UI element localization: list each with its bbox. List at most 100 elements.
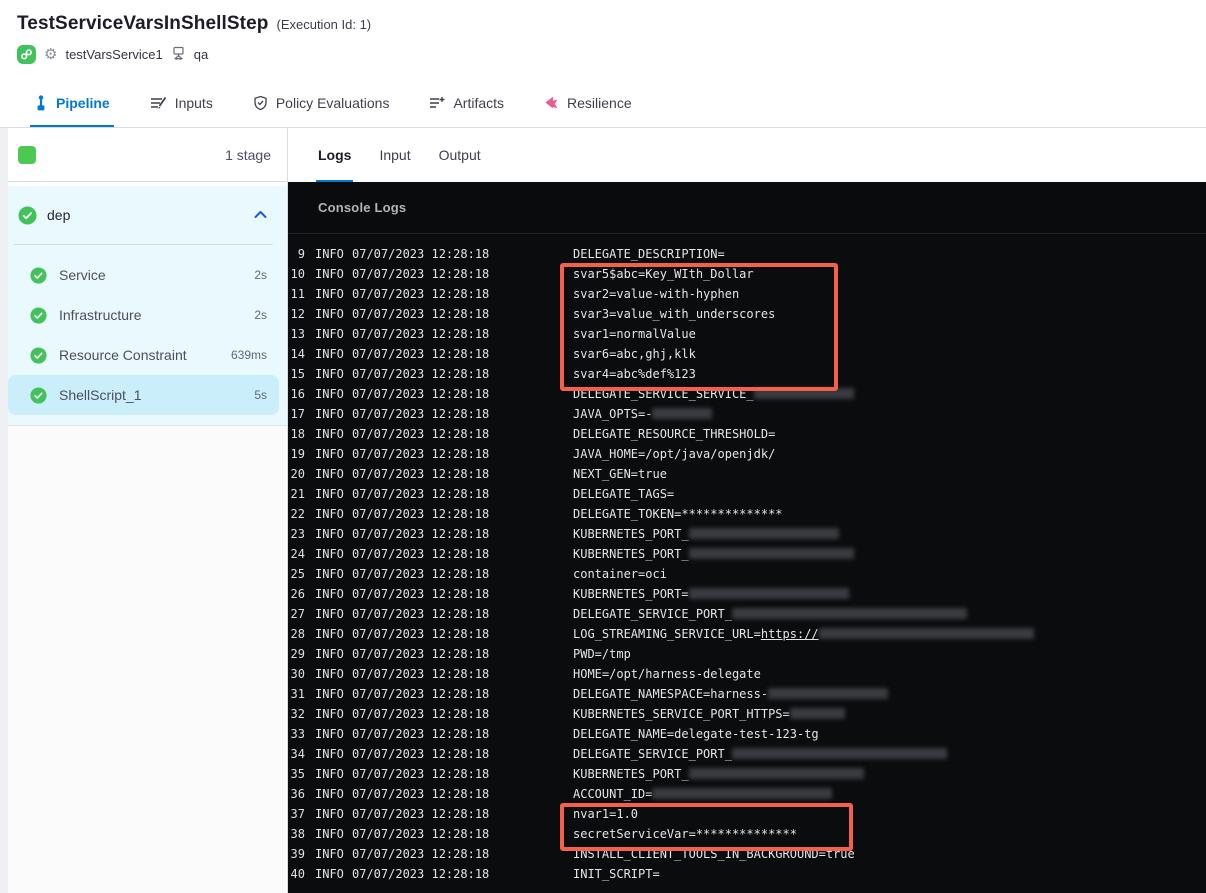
check-circle-icon (30, 346, 47, 364)
tab-inputs[interactable]: Inputs (150, 78, 213, 127)
log-timestamp: 07/07/2023 12:28:18 (352, 347, 490, 361)
log-level: INFO (315, 867, 344, 881)
log-line-number: 18 (290, 427, 305, 441)
log-message: INSTALL_CLIENT_TOOLS_IN_BACKGROUND=true (573, 847, 855, 861)
log-line: 17 INFO 07/07/2023 12:28:18 JAVA_OPTS=- (288, 407, 1206, 427)
cd-module-icon (17, 45, 36, 64)
log-timestamp: 07/07/2023 12:28:18 (352, 647, 490, 661)
redacted-value (731, 608, 967, 619)
log-level: INFO (315, 567, 344, 581)
step-item-shellscript-1[interactable]: ShellScript_1 5s (8, 375, 279, 415)
log-level: INFO (315, 607, 344, 621)
log-timestamp: 07/07/2023 12:28:18 (352, 507, 490, 521)
step-item-service[interactable]: Service 2s (8, 255, 279, 295)
environment-icon (171, 46, 186, 63)
module-tabbar: Pipeline Inputs Policy Evaluations Artif… (0, 78, 1206, 128)
log-line-number: 20 (290, 467, 305, 481)
tab-policy-evaluations[interactable]: Policy Evaluations (253, 78, 389, 127)
log-line: 28 INFO 07/07/2023 12:28:18 LOG_STREAMING_S… (288, 627, 1206, 647)
log-line: 12 INFO 07/07/2023 12:28:18 svar3=value_wit… (288, 307, 1206, 327)
log-line: 10 INFO 07/07/2023 12:28:18 svar5$abc=Key_W… (288, 267, 1206, 287)
log-line: 38 INFO 07/07/2023 12:28:18 secretServiceVa… (288, 827, 1206, 847)
console-logs-header[interactable]: Console Logs (288, 182, 1206, 234)
log-level: INFO (315, 807, 344, 821)
tab-pipeline[interactable]: Pipeline (30, 78, 114, 127)
log-line-number: 36 (290, 787, 305, 801)
chevron-up-icon[interactable] (254, 206, 267, 224)
tab-artifacts[interactable]: Artifacts (429, 78, 504, 127)
log-line-number: 28 (290, 627, 305, 641)
log-line: 34 INFO 07/07/2023 12:28:18 DELEGATE_SERVIC… (288, 747, 1206, 767)
step-item-resource-constraint[interactable]: Resource Constraint 639ms (8, 335, 279, 375)
log-level: INFO (315, 287, 344, 301)
tab-output[interactable]: Output (439, 128, 481, 182)
log-line: 15 INFO 07/07/2023 12:28:18 svar4=abc%def%1… (288, 367, 1206, 387)
log-message: DELEGATE_SERVICE_PORT_ (573, 607, 967, 621)
log-level: INFO (315, 387, 344, 401)
log-timestamp: 07/07/2023 12:28:18 (352, 567, 490, 581)
log-message: DELEGATE_TOKEN=************** (573, 507, 783, 521)
sidebar-empty-area (0, 426, 287, 893)
log-level: INFO (315, 487, 344, 501)
log-message: svar5$abc=Key_WIth_Dollar (573, 267, 754, 281)
log-line: 9 INFO 07/07/2023 12:28:18 DELEGATE_DESCRIP… (288, 247, 1206, 267)
log-message: NEXT_GEN=true (573, 467, 667, 481)
group-label: dep (47, 207, 71, 223)
log-line-number: 9 (297, 247, 305, 261)
log-message: HOME=/opt/harness-delegate (573, 667, 761, 681)
log-line-number: 22 (290, 507, 305, 521)
log-line: 13 INFO 07/07/2023 12:28:18 svar1=normalVal… (288, 327, 1206, 347)
stage-group-dep: dep Service 2s Infrastructure 2s Resourc… (0, 186, 287, 426)
log-line: 37 INFO 07/07/2023 12:28:18 nvar1=1.0 (288, 807, 1206, 827)
execution-sidebar: 1 stage dep Service 2s Infrastructure 2s… (0, 128, 288, 893)
group-header-dep[interactable]: dep (0, 186, 287, 244)
log-level: INFO (315, 647, 344, 661)
tab-input[interactable]: Input (379, 128, 410, 182)
tab-resilience[interactable]: Resilience (544, 78, 632, 127)
log-level: INFO (315, 247, 344, 261)
log-message: PWD=/tmp (573, 647, 631, 661)
log-level: INFO (315, 687, 344, 701)
environment-name[interactable]: qa (194, 47, 208, 62)
log-timestamp: 07/07/2023 12:28:18 (352, 827, 490, 841)
log-level: INFO (315, 667, 344, 681)
log-line: 39 INFO 07/07/2023 12:28:18 INSTALL_CLIENT_… (288, 847, 1206, 867)
log-timestamp: 07/07/2023 12:28:18 (352, 527, 490, 541)
tab-logs[interactable]: Logs (315, 128, 354, 182)
log-level: INFO (315, 467, 344, 481)
log-timestamp: 07/07/2023 12:28:18 (352, 427, 490, 441)
log-line-number: 15 (290, 367, 305, 381)
log-line: 14 INFO 07/07/2023 12:28:18 svar6=abc,ghj,k… (288, 347, 1206, 367)
log-level: INFO (315, 507, 344, 521)
log-message: KUBERNETES_PORT_ (573, 767, 864, 781)
log-line-number: 35 (290, 767, 305, 781)
log-message: svar4=abc%def%123 (573, 367, 696, 381)
log-timestamp: 07/07/2023 12:28:18 (352, 387, 490, 401)
log-url-link[interactable]: https:// (761, 627, 819, 641)
stage-count: 1 stage (225, 146, 271, 163)
log-timestamp: 07/07/2023 12:28:18 (352, 707, 490, 721)
log-level: INFO (315, 327, 344, 341)
console-log-viewport[interactable]: 9 INFO 07/07/2023 12:28:18 DELEGATE_DESCRIP… (288, 234, 1206, 893)
stage-header[interactable]: 1 stage (0, 128, 287, 182)
execution-header: TestServiceVarsInShellStep (Execution Id… (0, 0, 1206, 78)
log-timestamp: 07/07/2023 12:28:18 (352, 447, 490, 461)
log-line-number: 25 (290, 567, 305, 581)
log-timestamp: 07/07/2023 12:28:18 (352, 867, 490, 881)
check-circle-icon (18, 206, 37, 224)
log-line-number: 38 (290, 827, 305, 841)
log-message: DELEGATE_NAMESPACE=harness- (573, 687, 889, 701)
log-line-number: 23 (290, 527, 305, 541)
artifacts-icon (430, 96, 445, 108)
log-line-number: 30 (290, 667, 305, 681)
inputs-icon (150, 96, 166, 109)
step-item-infrastructure[interactable]: Infrastructure 2s (8, 295, 279, 335)
log-message: LOG_STREAMING_SERVICE_URL=https:// (573, 627, 1034, 641)
check-circle-icon (30, 266, 47, 284)
log-level: INFO (315, 747, 344, 761)
redacted-value (688, 548, 854, 559)
service-name[interactable]: testVarsService1 (65, 47, 162, 62)
log-message: svar3=value_with_underscores (573, 307, 776, 321)
log-line-number: 12 (290, 307, 305, 321)
log-timestamp: 07/07/2023 12:28:18 (352, 307, 490, 321)
